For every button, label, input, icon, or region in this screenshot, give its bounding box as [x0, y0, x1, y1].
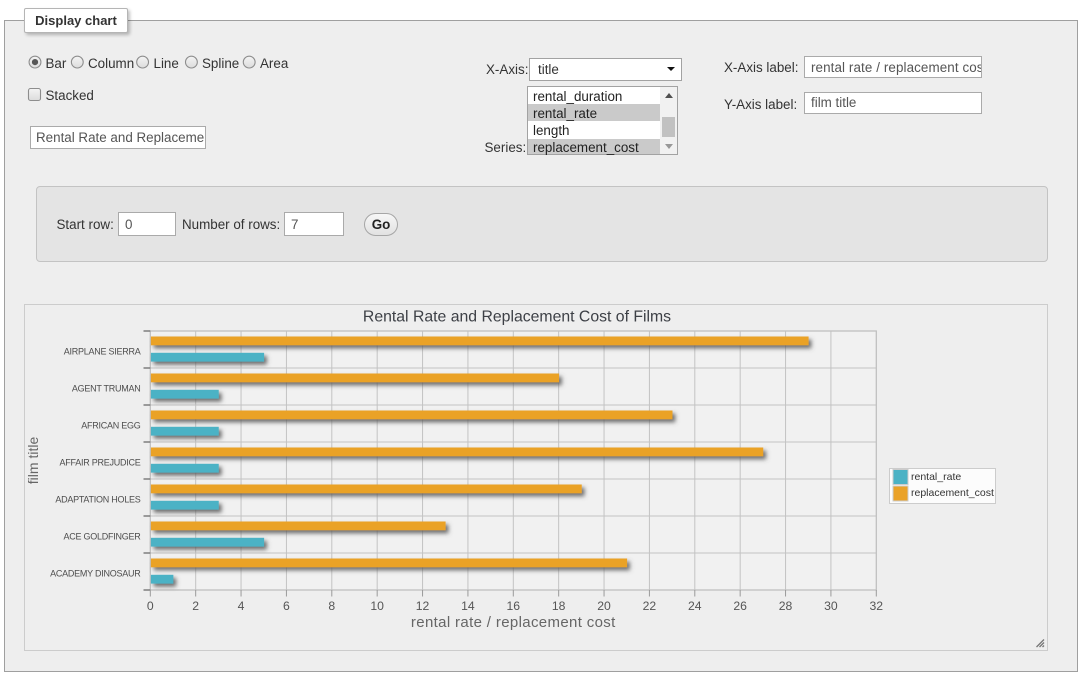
svg-text:ACE GOLDFINGER: ACE GOLDFINGER [63, 531, 141, 541]
svg-text:28: 28 [779, 599, 793, 613]
svg-text:Rental Rate and Replacement Co: Rental Rate and Replacement Cost of Film… [363, 309, 671, 326]
svg-text:AIRPLANE SIERRA: AIRPLANE SIERRA [64, 346, 141, 356]
svg-text:0: 0 [147, 599, 154, 613]
svg-text:rental_rate: rental_rate [911, 471, 961, 483]
svg-text:AGENT TRUMAN: AGENT TRUMAN [72, 383, 141, 393]
svg-text:32: 32 [870, 599, 884, 613]
svg-text:6: 6 [283, 599, 290, 613]
svg-text:26: 26 [733, 599, 747, 613]
svg-text:20: 20 [597, 599, 611, 613]
svg-text:24: 24 [688, 599, 702, 613]
svg-text:30: 30 [824, 599, 838, 613]
svg-text:AFRICAN EGG: AFRICAN EGG [81, 420, 141, 430]
svg-text:rental rate / replacement cost: rental rate / replacement cost [411, 614, 616, 631]
svg-text:14: 14 [461, 599, 475, 613]
svg-text:film title: film title [25, 437, 41, 485]
svg-text:ACADEMY DINOSAUR: ACADEMY DINOSAUR [50, 568, 141, 578]
svg-text:ADAPTATION HOLES: ADAPTATION HOLES [55, 494, 140, 504]
svg-text:4: 4 [238, 599, 245, 613]
svg-text:12: 12 [416, 599, 430, 613]
svg-text:2: 2 [192, 599, 199, 613]
svg-text:replacement_cost: replacement_cost [911, 487, 994, 499]
svg-text:18: 18 [552, 599, 566, 613]
svg-text:AFFAIR PREJUDICE: AFFAIR PREJUDICE [59, 457, 140, 467]
svg-text:10: 10 [370, 599, 384, 613]
svg-text:22: 22 [643, 599, 657, 613]
svg-text:8: 8 [328, 599, 335, 613]
svg-text:16: 16 [507, 599, 521, 613]
